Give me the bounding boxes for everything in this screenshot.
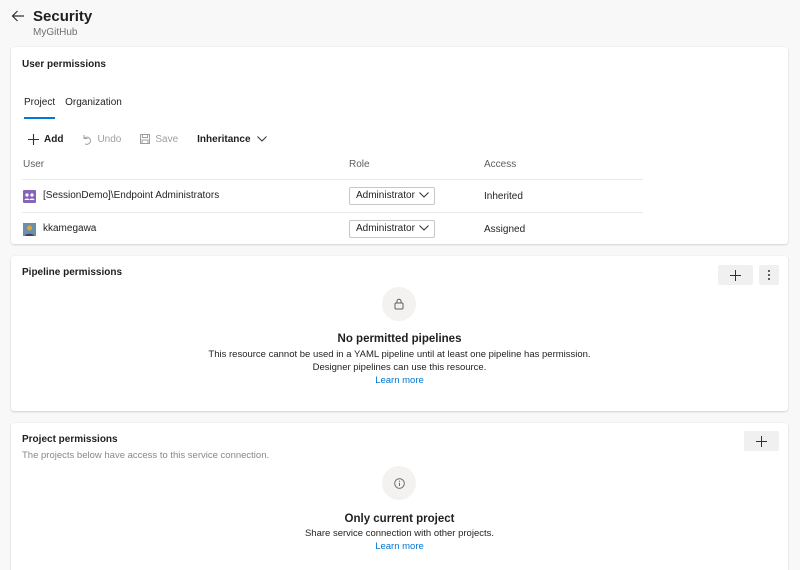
empty-state-text: Designer pipelines can use this resource… bbox=[312, 362, 487, 373]
pipeline-permissions-title: Pipeline permissions bbox=[22, 267, 123, 278]
learn-more-container: Learn more bbox=[11, 375, 788, 386]
empty-state-title: Only current project bbox=[344, 513, 455, 525]
add-button[interactable]: Add bbox=[28, 133, 64, 145]
inheritance-dropdown[interactable]: Inheritance bbox=[197, 133, 267, 145]
chevron-down-icon bbox=[419, 225, 429, 231]
undo-icon bbox=[83, 134, 92, 145]
plus-icon bbox=[730, 269, 741, 281]
project-permissions-subtitle: The projects below have access to this s… bbox=[22, 450, 270, 461]
empty-state-text: This resource cannot be used in a YAML p… bbox=[208, 349, 591, 360]
user-name: kkamegawa bbox=[43, 223, 97, 234]
tab-project[interactable]: Project bbox=[24, 97, 56, 119]
chevron-down-icon bbox=[256, 136, 267, 142]
empty-state-title: No permitted pipelines bbox=[337, 333, 462, 345]
tab-organization[interactable]: Organization bbox=[65, 97, 122, 119]
plus-icon bbox=[28, 133, 39, 145]
user-permissions-title: User permissions bbox=[22, 59, 106, 70]
save-icon bbox=[140, 134, 151, 144]
page-subtitle: MyGitHub bbox=[33, 27, 78, 38]
page-title: Security bbox=[33, 8, 93, 25]
learn-more-link[interactable]: Learn more bbox=[375, 375, 424, 386]
user-name: [SessionDemo]\Endpoint Administrators bbox=[43, 190, 220, 201]
user-permissions-card: User permissions Project Organization Ad… bbox=[11, 47, 788, 244]
row-divider bbox=[22, 212, 643, 213]
info-icon bbox=[382, 466, 416, 500]
save-button[interactable]: Save bbox=[140, 134, 178, 145]
pipeline-permissions-card: Pipeline permissions No permitted pipeli… bbox=[11, 256, 788, 411]
inheritance-label: Inheritance bbox=[197, 133, 251, 145]
role-value: Administrator bbox=[356, 223, 415, 234]
user-avatar bbox=[23, 223, 36, 236]
add-pipeline-button[interactable] bbox=[718, 265, 753, 285]
add-project-button[interactable] bbox=[744, 431, 779, 451]
undo-button-label: Undo bbox=[97, 133, 122, 145]
project-permissions-title: Project permissions bbox=[22, 434, 118, 445]
plus-icon bbox=[756, 435, 767, 447]
more-options-button[interactable] bbox=[759, 265, 779, 285]
lock-icon bbox=[382, 287, 416, 321]
column-header-user: User bbox=[23, 159, 45, 170]
permission-tabs: Project Organization bbox=[24, 97, 122, 119]
group-avatar bbox=[23, 190, 36, 203]
back-arrow-icon[interactable] bbox=[11, 9, 27, 25]
role-value: Administrator bbox=[356, 190, 415, 201]
role-select[interactable]: Administrator bbox=[349, 220, 435, 238]
undo-button[interactable]: Undo bbox=[82, 134, 121, 145]
row-divider bbox=[22, 179, 643, 180]
column-header-access: Access bbox=[484, 159, 517, 170]
column-header-role: Role bbox=[349, 159, 370, 170]
page-header: Security MyGitHub bbox=[0, 0, 800, 44]
learn-more-link[interactable]: Learn more bbox=[375, 541, 424, 552]
chevron-down-icon bbox=[419, 192, 429, 198]
empty-state-text: Share service connection with other proj… bbox=[304, 528, 495, 539]
access-value: Assigned bbox=[484, 224, 526, 235]
role-select[interactable]: Administrator bbox=[349, 187, 435, 205]
project-permissions-card: Project permissions The projects below h… bbox=[11, 423, 788, 570]
learn-more-container: Learn more bbox=[11, 541, 788, 552]
more-vertical-icon bbox=[768, 270, 770, 280]
access-value: Inherited bbox=[484, 191, 523, 202]
save-button-label: Save bbox=[155, 133, 179, 145]
permissions-toolbar: Add Undo Save Inheritance bbox=[28, 131, 267, 147]
add-button-label: Add bbox=[44, 133, 64, 145]
